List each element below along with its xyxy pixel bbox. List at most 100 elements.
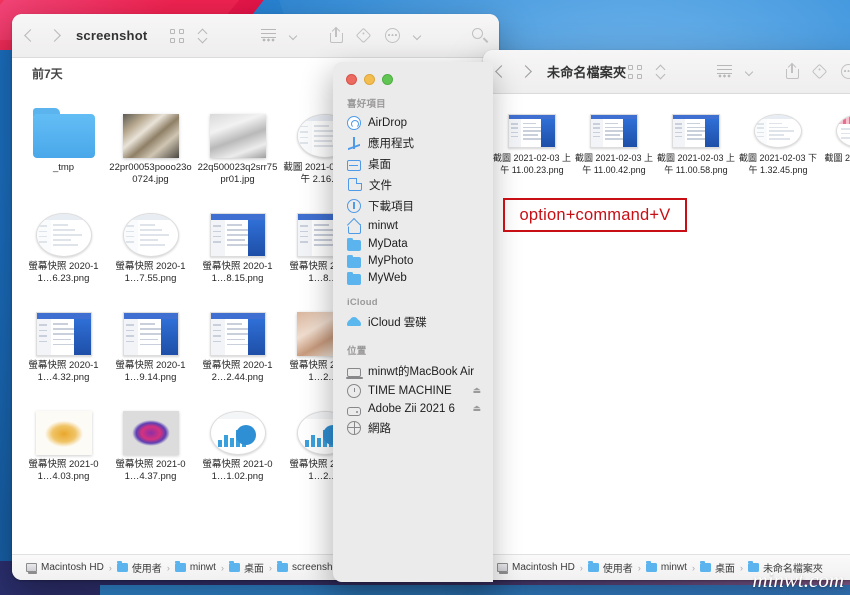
sidebar-item-mydata[interactable]: MyData: [333, 235, 493, 252]
file-thumbnail: [107, 387, 194, 456]
sidebar-item-myweb[interactable]: MyWeb: [333, 269, 493, 286]
file-name-label: 螢幕快照 2020-11…9.14.png: [115, 360, 186, 383]
share-icon[interactable]: [330, 28, 343, 43]
file-item[interactable]: 22q500023q2srr75pr01.jpg: [194, 90, 281, 185]
sidebar-item-桌面[interactable]: 桌面: [333, 153, 493, 174]
window-traffic-lights[interactable]: [333, 62, 493, 85]
file-item[interactable]: 截圖 2021-02-03 上午 11.00.23.png: [491, 102, 573, 176]
file-name-label: 22q500023q2srr75pr01.jpg: [197, 162, 278, 185]
zoom-button[interactable]: [382, 74, 393, 85]
breadcrumb-item[interactable]: 桌面: [715, 560, 735, 575]
file-item[interactable]: 螢幕快照 2020-11…4.32.png: [20, 288, 107, 383]
back-button[interactable]: [24, 30, 36, 42]
sidebar-item-文件[interactable]: 文件: [333, 174, 493, 195]
sidebar-item-minwt[interactable]: minwt: [333, 216, 493, 235]
file-item[interactable]: 螢幕快照 2020-12…2.44.png: [194, 288, 281, 383]
sidebar-dialog-window[interactable]: 喜好項目 AirDrop 應用程式 桌面 文件 下載項目 minwt MyData MyPhot…: [333, 62, 493, 582]
artwork-thumbnail: [122, 411, 179, 456]
breadcrumb-item[interactable]: 使用者: [603, 560, 633, 575]
arrange-icon[interactable]: [717, 65, 732, 78]
eject-icon[interactable]: ⏏: [472, 403, 485, 414]
sidebar-group-title: 喜好項目: [347, 99, 386, 110]
left-nav-buttons[interactable]: [24, 30, 62, 42]
sidebar-item-time-machine[interactable]: TIME MACHINE ⏏: [333, 381, 493, 400]
file-item[interactable]: _tmp: [20, 90, 107, 185]
breadcrumb-item[interactable]: minwt: [661, 562, 687, 573]
documents-icon: [348, 178, 362, 191]
grid-view-icon[interactable]: [170, 28, 184, 43]
file-item[interactable]: 螢幕快照 2021-01…4.37.png: [107, 387, 194, 482]
grid-view-icon[interactable]: [628, 64, 642, 79]
clock-icon: [347, 383, 361, 398]
breadcrumb-item[interactable]: 桌面: [244, 560, 264, 575]
folder-icon: [645, 561, 657, 572]
tag-icon[interactable]: [811, 63, 828, 79]
close-button[interactable]: [346, 74, 357, 85]
arrange-chevron-down-icon[interactable]: [290, 33, 298, 39]
breadcrumb-item[interactable]: Macintosh HD: [512, 562, 575, 573]
view-options-chevron-icon[interactable]: [198, 29, 207, 43]
folder-icon: [116, 561, 128, 572]
file-thumbnail: [737, 102, 819, 148]
sidebar-item-網路[interactable]: 網路: [333, 417, 493, 438]
breadcrumb-item[interactable]: 使用者: [132, 560, 162, 575]
more-chevron-down-icon[interactable]: [414, 33, 422, 39]
annotation-shortcut-text: option+command+V: [519, 205, 671, 224]
sidebar-item-label: MyPhoto: [368, 254, 414, 267]
file-name-label: 螢幕快照 2021-01…4.37.png: [115, 459, 186, 483]
folder-icon: [347, 271, 361, 285]
more-actions-icon[interactable]: [841, 64, 850, 79]
forward-button[interactable]: [50, 30, 62, 42]
breadcrumb-item[interactable]: minwt: [190, 562, 216, 573]
file-item[interactable]: 截圖 2021-02-03 上午 11.00.42.png: [573, 102, 655, 176]
sidebar-item-應用程式[interactable]: 應用程式: [333, 132, 493, 153]
left-window-title: screenshot: [76, 28, 148, 43]
sidebar-item-adobe-zii-2021-6[interactable]: Adobe Zii 2021 6 ⏏: [333, 400, 493, 417]
file-name-label: 22pr00053pooo23o0724.jpg: [109, 162, 192, 185]
arrange-chevron-down-icon[interactable]: [746, 69, 754, 75]
file-item[interactable]: 螢幕快照 2021-01…1.02.png: [194, 387, 281, 482]
file-item[interactable]: 截圖 202 下午 9.3: [819, 102, 850, 176]
sidebar-item-icloud-雲碟[interactable]: iCloud 雲碟: [333, 311, 493, 332]
breadcrumb-item[interactable]: Macintosh HD: [41, 562, 104, 573]
downloads-icon: [347, 198, 361, 213]
back-button[interactable]: [495, 66, 507, 78]
search-icon[interactable]: [472, 28, 488, 43]
right-file-grid-area[interactable]: 截圖 2021-02-03 上午 11.00.23.png 截圖 2021-02-…: [483, 94, 850, 554]
more-actions-icon[interactable]: [385, 28, 400, 43]
file-name-label: 螢幕快照 2020-11…8.15.png: [202, 261, 273, 284]
annotation-shortcut-box: option+command+V: [503, 198, 687, 232]
sidebar-item-airdrop[interactable]: AirDrop: [333, 113, 493, 132]
finder-window-untitled-folder[interactable]: 未命名檔案夾 截圖 2021-02-03 上午 11.00.23.png 截圖 2…: [483, 50, 850, 580]
minimize-button[interactable]: [364, 74, 375, 85]
file-item[interactable]: 螢幕快照 2020-11…6.23.png: [20, 189, 107, 284]
eject-icon[interactable]: ⏏: [472, 385, 485, 396]
file-thumbnail: [655, 102, 737, 148]
tag-icon[interactable]: [355, 27, 372, 43]
view-options-chevron-icon[interactable]: [656, 65, 665, 79]
screenshot-thumbnail: [209, 213, 266, 258]
file-thumbnail: [194, 90, 281, 158]
file-item[interactable]: 截圖 2021-02-03 上午 11.00.58.png: [655, 102, 737, 176]
file-item[interactable]: 截圖 2021-02-03 下午 1.32.45.png: [737, 102, 819, 176]
file-item[interactable]: 螢幕快照 2020-11…8.15.png: [194, 189, 281, 284]
file-name-label: _tmp: [52, 162, 75, 173]
file-item[interactable]: 螢幕快照 2021-01…4.03.png: [20, 387, 107, 482]
sidebar-item-下載項目[interactable]: 下載項目: [333, 195, 493, 216]
file-item[interactable]: 螢幕快照 2020-11…9.14.png: [107, 288, 194, 383]
right-nav-buttons[interactable]: [495, 66, 533, 78]
sidebar-item-label: minwt的MacBook Air: [368, 365, 475, 378]
arrange-icon[interactable]: [261, 29, 276, 42]
file-name-label: 螢幕快照 2021-01…4.03.png: [28, 459, 99, 483]
file-item[interactable]: 螢幕快照 2020-11…7.55.png: [107, 189, 194, 284]
applications-icon: [347, 136, 361, 150]
screenshot-thumbnail: [209, 312, 266, 357]
forward-button[interactable]: [521, 66, 533, 78]
photo-thumbnail: [209, 114, 266, 158]
breadcrumb[interactable]: Macintosh HD › 使用者 › minwt › 桌面 › screenshot: [26, 560, 341, 575]
file-item[interactable]: 22pr00053pooo23o0724.jpg: [107, 90, 194, 185]
share-icon[interactable]: [786, 64, 799, 79]
sidebar-item-minwt的macbook-air[interactable]: minwt的MacBook Air: [333, 360, 493, 381]
sidebar-item-myphoto[interactable]: MyPhoto: [333, 252, 493, 269]
file-name-label: 螢幕快照 2020-11…6.23.png: [28, 261, 99, 284]
